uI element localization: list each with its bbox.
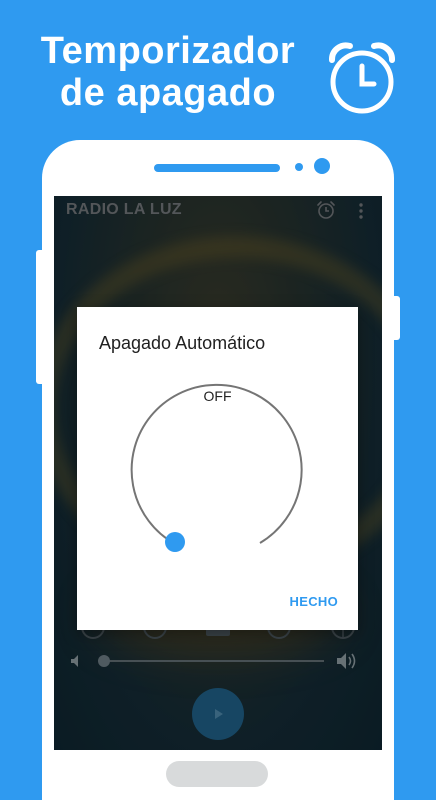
phone-side-button-right [394, 296, 400, 340]
promo-headline: Temporizador de apagado [18, 30, 318, 114]
phone-sensor [295, 163, 303, 171]
promo-headline-line1: Temporizador [40, 30, 296, 72]
phone-speaker [154, 164, 280, 172]
dialog-title: Apagado Automático [99, 333, 266, 353]
promo-headline-line2: de apagado [59, 72, 277, 114]
done-button[interactable]: HECHO [290, 594, 338, 609]
auto-off-dialog: Apagado Automático OFF HECHO [77, 307, 358, 630]
timer-dial[interactable] [127, 379, 307, 559]
phone-camera [314, 158, 330, 174]
alarm-clock-icon [329, 42, 395, 114]
timer-dial-handle[interactable] [165, 532, 185, 552]
timer-value: OFF [203, 388, 232, 404]
phone-home-button [166, 761, 268, 787]
